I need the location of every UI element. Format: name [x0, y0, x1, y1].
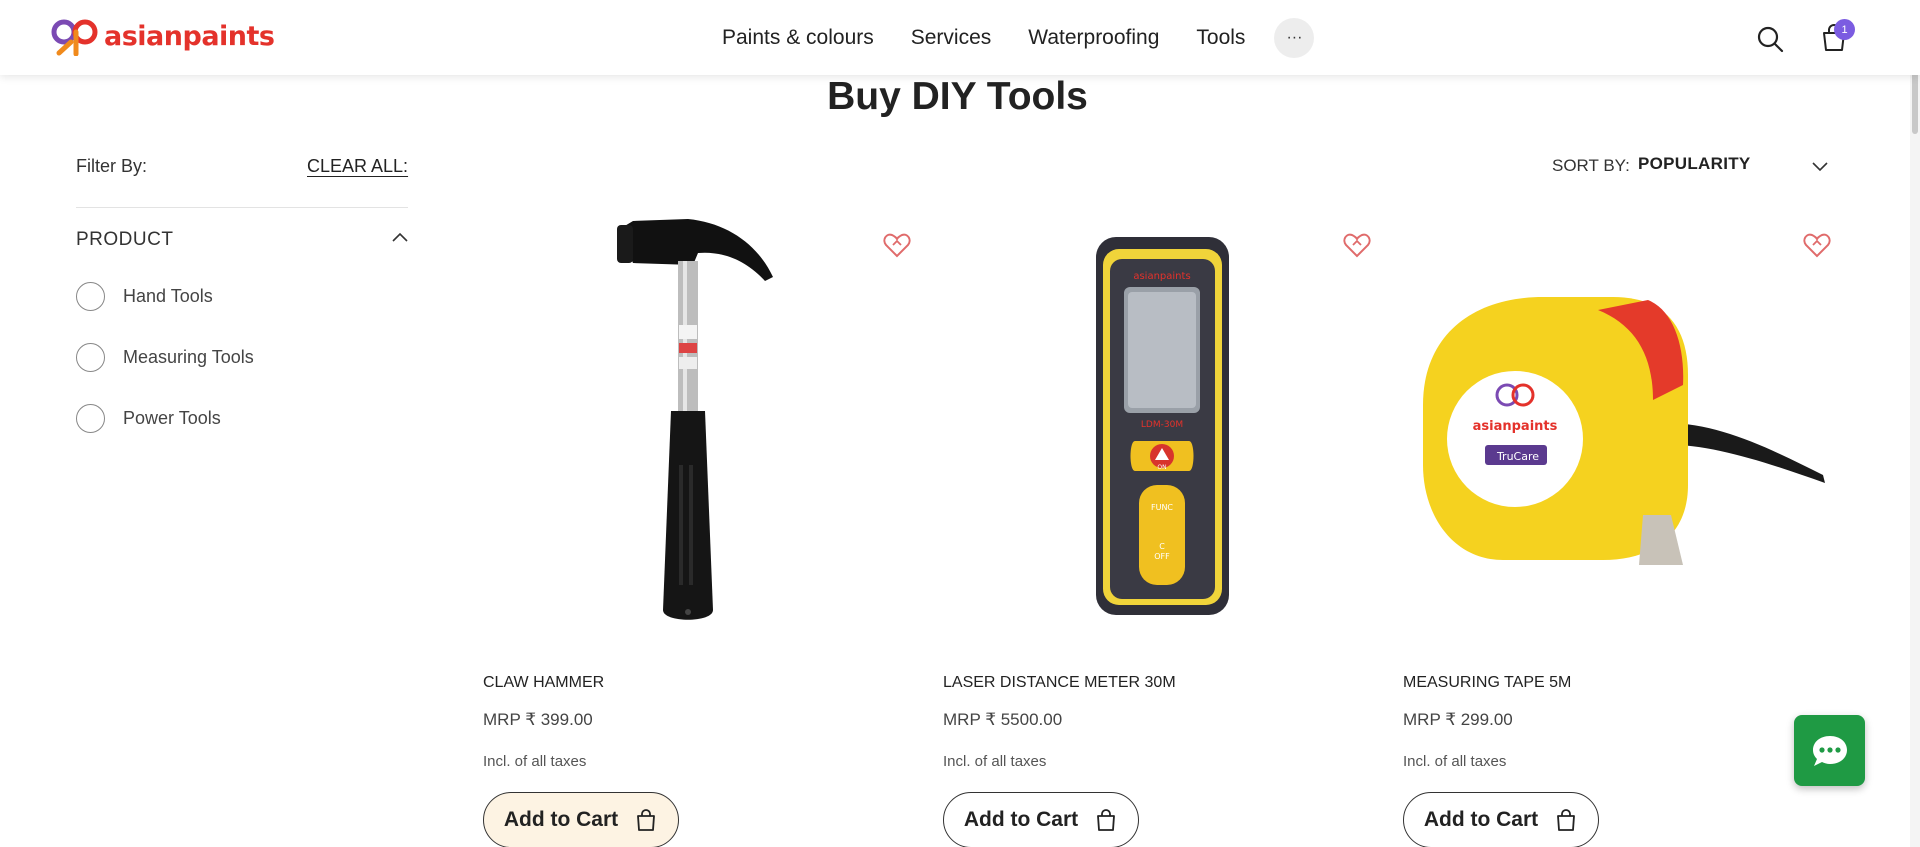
search-icon[interactable]	[1755, 24, 1785, 54]
nav-item-paints-colours[interactable]: Paints & colours	[722, 26, 874, 50]
add-to-cart-button[interactable]: Add to Cart	[943, 792, 1139, 847]
shopping-bag-icon	[1557, 809, 1576, 831]
product-card[interactable]: asianpaints TruCare MEASURING TAPE 5M MR…	[1403, 215, 1833, 847]
radio-button[interactable]	[76, 282, 105, 311]
add-to-cart-label: Add to Cart	[963, 808, 1079, 831]
filter-option-measuring-tools[interactable]: Measuring Tools	[76, 343, 254, 372]
product-price: MRP ₹ 299.00	[1403, 710, 1513, 729]
wishlist-heart-icon[interactable]	[883, 232, 911, 258]
shopping-bag-icon	[1097, 809, 1116, 831]
logo-mark-icon	[51, 19, 98, 56]
add-to-cart-button[interactable]: Add to Cart	[483, 792, 679, 847]
tape-brand-text: asianpaints	[1473, 419, 1558, 434]
product-card[interactable]: CLAW HAMMER MRP ₹ 399.00 Incl. of all ta…	[483, 215, 913, 847]
meter-c-text: C	[1159, 542, 1165, 551]
radio-button[interactable]	[76, 404, 105, 433]
add-to-cart-label: Add to Cart	[503, 808, 619, 831]
claw-hammer-image[interactable]	[483, 215, 913, 635]
chat-bubble-icon	[1812, 735, 1847, 766]
site-header: asianpaints Paints & colours Services Wa…	[0, 0, 1920, 75]
meter-on-text: ON	[1157, 464, 1166, 471]
meter-brand-text: asianpaints	[1133, 271, 1190, 282]
nav-item-tools[interactable]: Tools	[1196, 26, 1245, 50]
shopping-bag-icon	[637, 809, 656, 831]
brand-name: asianpaints	[104, 20, 275, 52]
meter-model-text: LDM-30M	[1141, 420, 1183, 430]
add-to-cart-button[interactable]: Add to Cart	[1403, 792, 1599, 847]
tax-note: Incl. of all taxes	[943, 753, 1047, 770]
tax-note: Incl. of all taxes	[1403, 753, 1507, 770]
product-price: MRP ₹ 399.00	[483, 710, 593, 729]
filter-option-label: Measuring Tools	[123, 347, 254, 367]
meter-func-text: FUNC	[1151, 503, 1173, 512]
product-name[interactable]: MEASURING TAPE 5M	[1403, 674, 1571, 692]
chevron-down-icon[interactable]	[1810, 156, 1830, 176]
cart-count-badge: 1	[1834, 19, 1855, 40]
chevron-up-icon[interactable]	[390, 228, 410, 248]
tax-note: Incl. of all taxes	[483, 753, 587, 770]
filter-option-power-tools[interactable]: Power Tools	[76, 404, 221, 433]
product-card[interactable]: asianpaints LDM-30M ON FUNC C OFF LASER …	[943, 215, 1373, 847]
chat-button[interactable]	[1794, 715, 1865, 786]
sort-select[interactable]: POPULARITY	[1638, 154, 1751, 174]
nav-item-waterproofing[interactable]: Waterproofing	[1028, 26, 1159, 50]
product-name[interactable]: CLAW HAMMER	[483, 674, 604, 692]
add-to-cart-label: Add to Cart	[1423, 808, 1539, 831]
clear-all-link[interactable]: CLEAR ALL:	[307, 156, 408, 177]
more-menu-button[interactable]: ···	[1274, 17, 1315, 58]
page-title: Buy DIY Tools	[827, 75, 1088, 118]
nav-item-services[interactable]: Services	[911, 26, 992, 50]
laser-distance-meter-image[interactable]: asianpaints LDM-30M ON FUNC C OFF	[943, 215, 1373, 635]
radio-button[interactable]	[76, 343, 105, 372]
filter-option-label: Hand Tools	[123, 286, 213, 306]
filter-divider	[76, 207, 408, 208]
wishlist-heart-icon[interactable]	[1803, 232, 1831, 258]
sort-by-label: SORT BY:	[1552, 156, 1630, 175]
meter-off-text: OFF	[1154, 552, 1170, 561]
measuring-tape-image[interactable]: asianpaints TruCare	[1403, 215, 1833, 635]
wishlist-heart-icon[interactable]	[1343, 232, 1371, 258]
filter-by-label: Filter By:	[76, 156, 148, 176]
brand-logo[interactable]: asianpaints	[49, 16, 275, 56]
main-nav: Paints & colours Services Waterproofing …	[722, 0, 1315, 75]
filter-option-hand-tools[interactable]: Hand Tools	[76, 282, 213, 311]
product-name[interactable]: LASER DISTANCE METER 30M	[943, 674, 1176, 692]
product-filter-heading[interactable]: PRODUCT	[76, 229, 173, 251]
product-price: MRP ₹ 5500.00	[943, 710, 1063, 729]
filter-option-label: Power Tools	[123, 408, 221, 428]
tape-sub-text: TruCare	[1496, 450, 1539, 463]
